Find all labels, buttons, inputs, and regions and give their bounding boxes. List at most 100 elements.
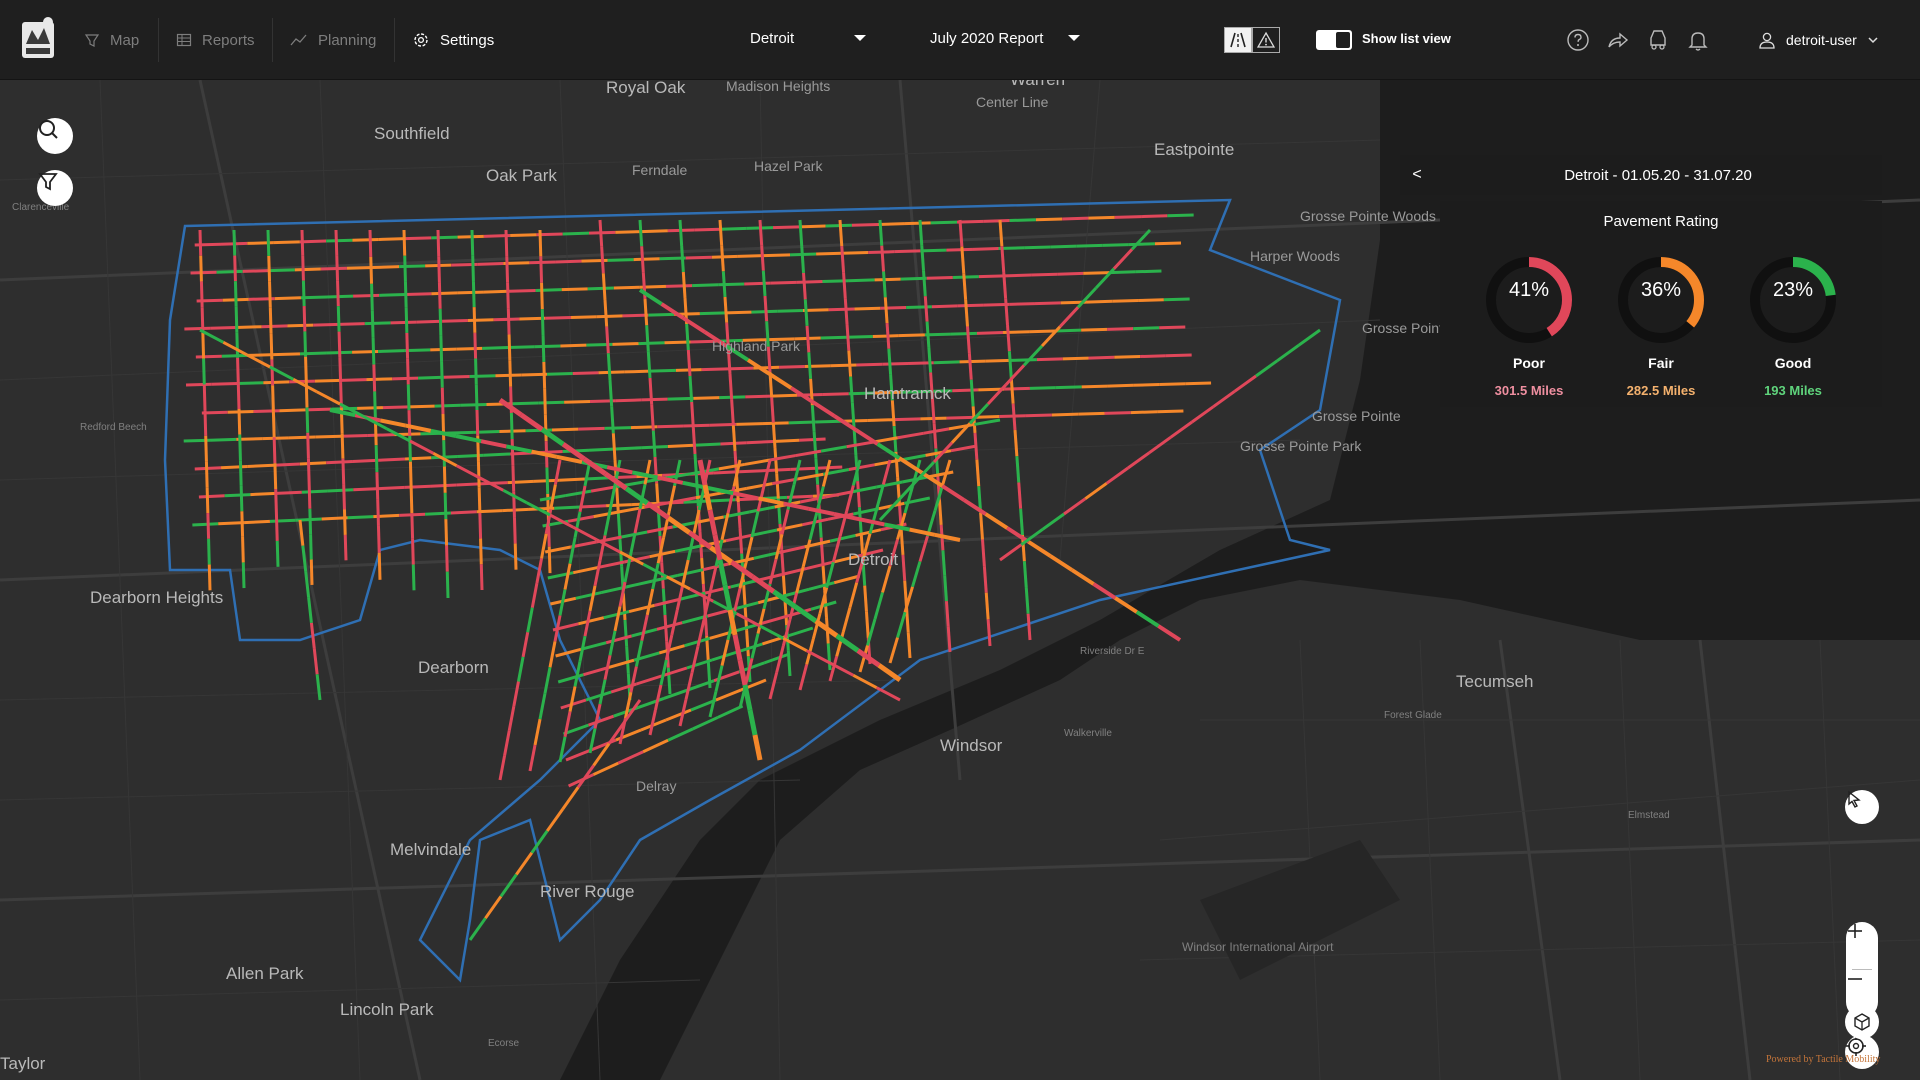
road-segment [1036, 357, 1063, 362]
road-segment [201, 332, 206, 359]
road-segment [751, 528, 778, 537]
road-segment [548, 641, 557, 668]
road-segment [838, 219, 844, 247]
road-segment [810, 405, 816, 432]
road-segment [511, 465, 516, 492]
road-segment [455, 464, 481, 480]
road-segment [718, 282, 745, 287]
list-view-toggle[interactable] [1316, 30, 1352, 50]
road-segment [603, 299, 609, 327]
road-segment [601, 273, 607, 301]
road-segment [658, 644, 685, 655]
road-segment [736, 422, 763, 426]
road-segment [313, 322, 340, 327]
road-segment [883, 297, 889, 324]
road-segment [986, 619, 992, 647]
road-segment [617, 750, 644, 765]
road-segment [236, 357, 240, 384]
road-segment [625, 646, 630, 674]
map-search-button[interactable] [37, 118, 73, 154]
road-segment [382, 405, 409, 410]
road-segment [999, 543, 1023, 562]
road-segment [1109, 270, 1136, 275]
road-segment [775, 473, 780, 499]
road-segment [692, 283, 719, 288]
road-segment [551, 427, 579, 432]
road-segment [878, 219, 884, 246]
share-icon[interactable] [1606, 28, 1630, 52]
road-segment [209, 437, 237, 442]
road-segment [368, 229, 373, 257]
road-segment [301, 280, 306, 307]
road-segment [445, 545, 449, 572]
road-segment [1011, 403, 1017, 431]
road-segment [685, 323, 690, 351]
map-label: Melvindale [390, 840, 472, 859]
road-segment [1112, 248, 1134, 270]
user-menu[interactable]: detroit-user [1758, 28, 1879, 52]
map-filter-button[interactable] [37, 170, 73, 206]
road-segment [407, 410, 412, 436]
road-segment [469, 374, 496, 379]
nav-map[interactable]: Map [84, 0, 139, 80]
panel-collapse-button[interactable]: < [1400, 155, 1434, 195]
road-segment [508, 345, 535, 350]
help-icon[interactable] [1566, 28, 1590, 52]
road-segment [943, 575, 948, 602]
road-segment [1009, 302, 1036, 306]
road-segment [314, 378, 341, 383]
road-segment [962, 498, 987, 516]
road-segment [845, 485, 855, 512]
road-segment [545, 315, 572, 320]
bell-icon[interactable] [1686, 28, 1710, 52]
road-segment [312, 648, 319, 675]
road-icon [1230, 32, 1246, 48]
zoom-in-button[interactable] [1846, 922, 1878, 970]
road-segment [957, 303, 984, 308]
road-segment [404, 307, 409, 333]
road-segment [633, 508, 642, 534]
road-segment [370, 310, 375, 338]
road-segment [873, 592, 884, 620]
road-segment [762, 421, 789, 426]
road-segment [585, 690, 612, 702]
road-segment [237, 381, 264, 385]
3d-view-button[interactable] [1845, 1005, 1879, 1039]
road-view-button[interactable] [1224, 27, 1252, 53]
road-segment [665, 708, 692, 722]
road-segment [605, 326, 610, 354]
road-segment [1128, 242, 1155, 247]
hazard-view-button[interactable] [1252, 27, 1280, 53]
road-segment [436, 229, 441, 257]
top-bar: Map Reports Planning Settings Detroit Ju… [0, 0, 1920, 80]
road-segment [718, 219, 724, 246]
report-select[interactable]: July 2020 Report [930, 0, 1080, 76]
road-segment [373, 391, 377, 419]
map-label: Redford Beech [80, 422, 147, 433]
road-segment [801, 539, 812, 567]
nav-settings[interactable]: Settings [412, 0, 494, 80]
user-icon [1759, 32, 1775, 49]
select-tool-button[interactable] [1845, 790, 1879, 824]
road-segment [805, 325, 811, 353]
road-segment [792, 459, 802, 486]
road-segment [721, 271, 727, 298]
road-segment [233, 281, 238, 307]
nav-planning[interactable]: Planning [290, 0, 376, 80]
road-segment [640, 614, 649, 642]
road-segment [654, 597, 681, 607]
road-segment [759, 615, 787, 626]
road-segment [797, 472, 824, 481]
city-logo-icon[interactable] [18, 14, 58, 62]
map-label: Center Line [976, 94, 1049, 110]
road-segment [483, 452, 511, 457]
road-segment [645, 325, 650, 352]
chevron-down-icon [854, 35, 866, 41]
road-segment [190, 270, 217, 275]
city-select[interactable]: Detroit [750, 0, 870, 76]
alert-filter-icon[interactable] [1646, 28, 1670, 52]
road-segment [559, 477, 585, 482]
panel-header: Detroit - 01.05.20 - 31.07.20 [1434, 155, 1882, 195]
nav-reports[interactable]: Reports [176, 0, 255, 80]
road-segment [1081, 327, 1108, 332]
